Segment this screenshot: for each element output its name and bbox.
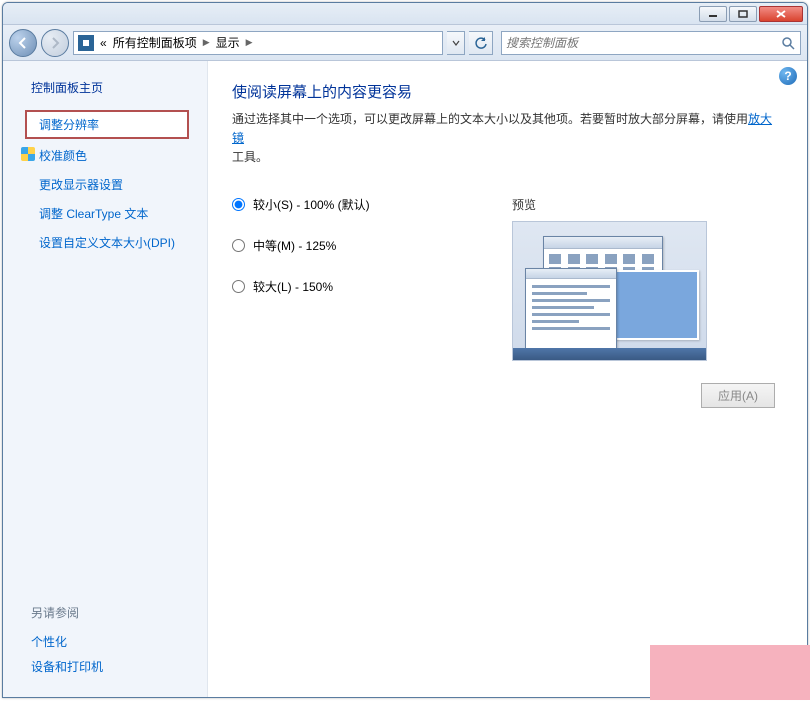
preview-label: 预览 — [512, 196, 707, 213]
window-titlebar — [3, 3, 807, 25]
page-title: 使阅读屏幕上的内容更容易 — [232, 81, 779, 102]
search-icon[interactable] — [780, 35, 796, 51]
sidebar-item-resolution[interactable]: 调整分辨率 — [25, 110, 189, 139]
navbar: « 所有控制面板项 ▶ 显示 ▶ — [3, 25, 807, 61]
sidebar: 控制面板主页 调整分辨率 校准颜色 更改显示器设置 调整 ClearType 文… — [3, 61, 208, 697]
radio-medium[interactable] — [232, 239, 245, 252]
refresh-button[interactable] — [469, 31, 493, 55]
chevron-right-icon: ▶ — [203, 37, 210, 48]
sidebar-item-custom-dpi[interactable]: 设置自定义文本大小(DPI) — [3, 228, 207, 257]
desc-text-1: 通过选择其中一个选项，可以更改屏幕上的文本大小以及其他项。若要暂时放大部分屏幕，… — [232, 112, 748, 126]
preview-image — [512, 221, 707, 361]
search-box[interactable] — [501, 31, 801, 55]
control-panel-home-link[interactable]: 控制面板主页 — [3, 79, 207, 108]
maximize-button[interactable] — [729, 6, 757, 22]
minimize-button[interactable] — [699, 6, 727, 22]
breadcrumb-display[interactable]: 显示 — [216, 34, 240, 51]
sidebar-item-cleartype[interactable]: 调整 ClearType 文本 — [3, 199, 207, 228]
sidebar-devices-link[interactable]: 设备和打印机 — [3, 654, 207, 679]
apply-button[interactable]: 应用(A) — [701, 383, 775, 408]
address-dropdown[interactable] — [447, 31, 465, 55]
option-small-label: 较小(S) - 100% (默认) — [253, 196, 370, 213]
breadcrumb-prefix: « — [100, 36, 107, 50]
option-large[interactable]: 较大(L) - 150% — [232, 278, 512, 295]
breadcrumb-all-items[interactable]: 所有控制面板项 — [113, 34, 197, 51]
sidebar-item-calibrate-color[interactable]: 校准颜色 — [3, 141, 207, 170]
radio-small[interactable] — [232, 198, 245, 211]
forward-button[interactable] — [41, 29, 69, 57]
pink-overlay — [650, 645, 810, 700]
option-large-label: 较大(L) - 150% — [253, 278, 333, 295]
option-medium-label: 中等(M) - 125% — [253, 237, 336, 254]
radio-large[interactable] — [232, 280, 245, 293]
help-button[interactable]: ? — [779, 67, 797, 85]
close-button[interactable] — [759, 6, 803, 22]
page-description: 通过选择其中一个选项，可以更改屏幕上的文本大小以及其他项。若要暂时放大部分屏幕，… — [232, 110, 779, 168]
see-also-label: 另请参阅 — [3, 604, 207, 629]
desc-text-2: 工具。 — [232, 150, 268, 164]
option-small[interactable]: 较小(S) - 100% (默认) — [232, 196, 512, 213]
option-medium[interactable]: 中等(M) - 125% — [232, 237, 512, 254]
size-options: 较小(S) - 100% (默认) 中等(M) - 125% 较大(L) - 1… — [232, 196, 512, 361]
sidebar-item-display-settings[interactable]: 更改显示器设置 — [3, 170, 207, 199]
back-button[interactable] — [9, 29, 37, 57]
main-content: ? 使阅读屏幕上的内容更容易 通过选择其中一个选项，可以更改屏幕上的文本大小以及… — [208, 61, 807, 697]
control-panel-icon — [78, 35, 94, 51]
sidebar-personalization-link[interactable]: 个性化 — [3, 629, 207, 654]
address-bar[interactable]: « 所有控制面板项 ▶ 显示 ▶ — [73, 31, 443, 55]
chevron-right-icon: ▶ — [246, 37, 253, 48]
search-input[interactable] — [506, 36, 780, 50]
